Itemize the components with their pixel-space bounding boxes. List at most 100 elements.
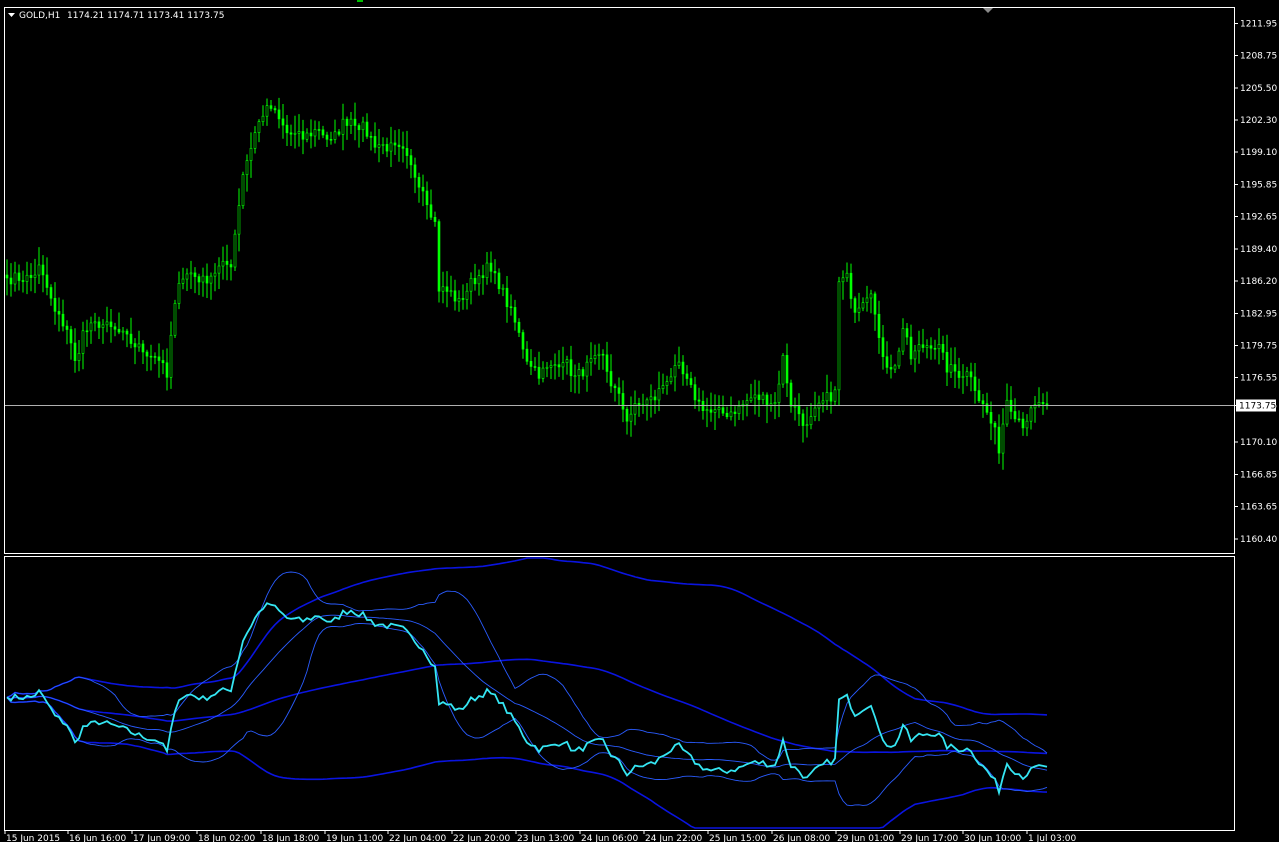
- candle-body: [917, 344, 921, 352]
- candle-body: [85, 330, 89, 333]
- current-price-value: 1173.75: [1239, 402, 1276, 412]
- candle-body: [425, 190, 429, 206]
- candle-body: [729, 411, 733, 418]
- candle-body: [41, 264, 45, 276]
- candle-body: [797, 405, 801, 415]
- candle-body: [133, 343, 137, 348]
- symbol-title: GOLD,H1: [19, 11, 60, 21]
- time-tick-label: 16 Jun 16:00: [69, 834, 126, 842]
- candle-body: [265, 105, 269, 117]
- candle-body: [893, 365, 897, 370]
- candle-body: [233, 233, 237, 268]
- candle-body: [465, 290, 469, 300]
- candle-body: [1025, 420, 1029, 429]
- candle-body: [513, 307, 517, 323]
- price-tick-label: 1170.10: [1240, 438, 1277, 448]
- candle-body: [181, 278, 185, 284]
- candle-body: [345, 118, 349, 126]
- candle-body: [1037, 402, 1041, 405]
- candle-body: [481, 275, 485, 279]
- candle-body: [633, 403, 637, 415]
- candle-body: [709, 409, 713, 413]
- candle-body: [1013, 411, 1017, 420]
- time-tick-label: 30 Jun 10:00: [964, 834, 1021, 842]
- candle-body: [529, 361, 533, 367]
- candle-body: [869, 293, 873, 299]
- price-tick-label: 1163.65: [1240, 503, 1277, 513]
- candle-body: [561, 362, 565, 368]
- candle-body: [625, 408, 629, 422]
- candle-body: [945, 352, 949, 373]
- candle-body: [861, 302, 865, 309]
- candle-body: [525, 348, 529, 362]
- candle-body: [225, 260, 229, 265]
- candle-body: [565, 359, 569, 363]
- candle-body: [597, 353, 601, 356]
- time-tick-label: 24 Jun 06:00: [581, 834, 638, 842]
- candle-body: [1001, 423, 1005, 454]
- candle-body: [1029, 407, 1033, 422]
- candle-body: [217, 265, 221, 274]
- time-tick-label: 19 Jun 11:00: [326, 834, 383, 842]
- trading-chart[interactable]: GOLD,H1 1174.21 1174.71 1173.41 1173.75 …: [0, 0, 1279, 842]
- candle-body: [717, 407, 721, 411]
- candle-body: [737, 405, 741, 414]
- candle-body: [937, 344, 941, 350]
- candle-body: [389, 142, 393, 152]
- candle-body: [825, 392, 829, 402]
- candle-body: [725, 412, 729, 418]
- candle-body: [573, 375, 577, 378]
- candle-body: [973, 376, 977, 391]
- time-tick-label: 22 Jun 04:00: [389, 834, 446, 842]
- price-tick-label: 1205.50: [1240, 84, 1277, 94]
- candle-body: [489, 262, 493, 272]
- candle-body: [809, 416, 813, 426]
- candle-body: [9, 277, 13, 285]
- candle-body: [69, 329, 73, 344]
- candle-body: [125, 330, 129, 335]
- candle-body: [153, 356, 157, 358]
- candle-body: [169, 334, 173, 378]
- candle-body: [305, 132, 309, 140]
- candle-body: [661, 385, 665, 389]
- candle-body: [449, 290, 453, 293]
- candle-body: [289, 132, 293, 135]
- price-tick-label: 1176.55: [1240, 374, 1277, 384]
- candle-body: [745, 400, 749, 405]
- candle-body: [681, 361, 685, 375]
- candle-body: [429, 204, 433, 218]
- candle-body: [577, 369, 581, 377]
- candle-body: [501, 287, 505, 290]
- candle-body: [949, 364, 953, 373]
- candle-body: [277, 109, 281, 120]
- candle-body: [433, 217, 437, 222]
- candle-body: [337, 131, 341, 135]
- candle-body: [493, 271, 497, 274]
- candle-body: [193, 272, 197, 277]
- candle-body: [301, 131, 305, 140]
- time-tick-label: 1 Jul 03:00: [1028, 834, 1077, 842]
- candle-body: [173, 303, 177, 336]
- candle-body: [309, 132, 313, 137]
- candle-body: [189, 272, 193, 275]
- candle-body: [405, 148, 409, 156]
- candle-body: [781, 355, 785, 385]
- candle-body: [33, 274, 37, 278]
- candle-body: [881, 337, 885, 357]
- candle-body: [101, 324, 105, 328]
- candle-body: [177, 282, 181, 304]
- candle-body: [629, 413, 633, 422]
- candle-body: [409, 155, 413, 166]
- candle-body: [877, 313, 881, 338]
- candle-body: [553, 364, 557, 366]
- candle-body: [821, 400, 825, 404]
- candle-body: [637, 403, 641, 406]
- candle-body: [349, 118, 353, 126]
- candle-body: [537, 366, 541, 379]
- candle-body: [105, 321, 109, 326]
- candle-body: [109, 321, 113, 328]
- candle-body: [713, 409, 717, 413]
- candle-body: [765, 394, 769, 406]
- candle-body: [1005, 399, 1009, 425]
- candle-body: [913, 350, 917, 360]
